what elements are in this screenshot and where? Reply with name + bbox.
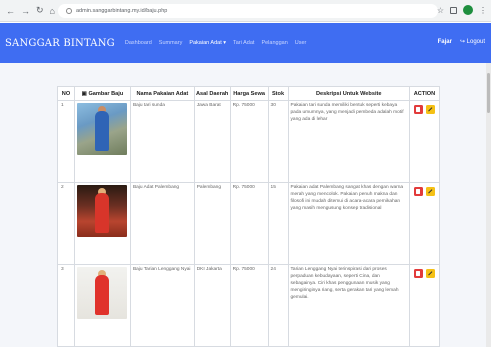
pencil-icon [428,107,433,112]
cell-action [408,264,441,347]
header-action: ACTION [408,86,441,101]
cell-stok: 30 [267,100,289,183]
cell-harga: Rp. 75000 [229,264,269,347]
nav-item-user[interactable]: User [295,40,307,46]
header-no: NO [57,86,75,101]
cell-nama: Baju tari sunda [129,100,195,183]
browser-nav: ← → ↻ ⌂ [0,5,55,16]
header-stok: Stok [267,86,289,101]
logout-icon: ↪ [459,39,465,45]
lock-icon [66,8,72,14]
edit-button[interactable] [425,105,435,114]
menu-dots-icon[interactable]: ⋮ [479,6,487,15]
scrollbar-thumb[interactable] [487,73,490,113]
extension-icon[interactable] [450,6,457,14]
costume-photo [77,185,128,237]
photo-figure [95,111,110,151]
cell-nama: Baju Adat Palembang [129,182,195,265]
header-gambar-label: Gambar Baju [88,90,124,97]
nav-item-tari-adat[interactable]: Tari Adat [233,40,254,46]
photo-figure [95,275,110,315]
cell-gambar [73,264,131,347]
cell-no: 1 [57,100,75,183]
header-deskripsi: Deskripsi Untuk Website [287,86,410,101]
header-gambar: ▣ Gambar Baju [73,86,131,101]
browser-actions: ☆ ⋮ [437,5,487,15]
image-icon: ▣ [81,90,87,97]
home-icon[interactable]: ⌂ [50,6,55,16]
delete-button[interactable] [413,105,423,114]
cell-deskripsi: Pakaian adat Palembang sangat khas denga… [287,182,410,265]
nav-item-pelanggan[interactable]: Pelanggan [261,40,287,46]
cell-harga: Rp. 75000 [229,182,269,265]
pakaian-adat-table: NO ▣ Gambar Baju Nama Pakaian Adat Asal … [57,86,441,347]
cell-deskripsi: Pakaian tari sunda memiliki bentuk seper… [287,100,410,183]
reload-icon[interactable]: ↻ [36,5,44,16]
cell-no: 3 [57,264,75,347]
cell-harga: Rp. 75000 [229,100,269,183]
edit-button[interactable] [425,269,435,278]
costume-photo [77,103,128,155]
cell-deskripsi: Tarian Lenggang Nyai terinspirasi dari p… [287,264,410,347]
cell-asal: DKI Jakarta [193,264,231,347]
nav-item-pakaian-adat[interactable]: Pakaian Adat ▾ [189,40,226,46]
trash-icon [416,271,421,276]
cell-gambar [73,182,131,265]
brand-title[interactable]: SANGGAR BINTANG [0,38,115,49]
pencil-icon [428,189,433,194]
table-row: 3 Baju Tarian Lenggang Nyai DKI Jakarta … [57,264,441,347]
address-bar[interactable]: admin.sanggarbintang.my.id/baju.php [58,4,438,18]
url-text: admin.sanggarbintang.my.id/baju.php [76,8,168,14]
edit-button[interactable] [425,187,435,196]
nav-user-area: Fajar ↪ Logout [438,38,485,46]
cell-stok: 15 [267,182,289,265]
table-row: 2 Baju Adat Palembang Palembang Rp. 7500… [57,182,441,265]
logout-link[interactable]: ↪ Logout [460,38,485,45]
cell-nama: Baju Tarian Lenggang Nyai [129,264,195,347]
delete-button[interactable] [413,187,423,196]
cell-action [408,100,441,183]
cell-asal: Palembang [193,182,231,265]
nav-menu: Dashboard Summary Pakaian Adat ▾ Tari Ad… [115,40,307,46]
delete-button[interactable] [413,269,423,278]
bookmark-icon[interactable]: ☆ [437,6,444,15]
user-name[interactable]: Fajar [438,39,452,45]
header-harga: Harga Sewa [229,86,269,101]
table-header-row: NO ▣ Gambar Baju Nama Pakaian Adat Asal … [57,86,441,101]
cell-asal: Jawa Barat [193,100,231,183]
logout-label: Logout [466,39,485,45]
header-asal: Asal Daerah [193,86,231,101]
app-navbar: SANGGAR BINTANG Dashboard Summary Pakaia… [0,23,491,63]
trash-icon [416,189,421,194]
table-row: 1 Baju tari sunda Jawa Barat Rp. 75000 3… [57,100,441,183]
page-scrollbar[interactable] [486,63,491,347]
trash-icon [416,107,421,112]
cell-no: 2 [57,182,75,265]
nav-item-summary[interactable]: Summary [159,40,183,46]
profile-avatar[interactable] [463,5,473,15]
cell-gambar [73,100,131,183]
cell-action [408,182,441,265]
pencil-icon [428,271,433,276]
costume-photo [77,267,128,319]
browser-toolbar: ← → ↻ ⌂ admin.sanggarbintang.my.id/baju.… [0,0,491,22]
nav-item-dashboard[interactable]: Dashboard [125,40,152,46]
forward-icon[interactable]: → [21,6,30,16]
header-nama: Nama Pakaian Adat [129,86,195,101]
back-icon[interactable]: ← [6,6,15,16]
photo-figure [95,193,110,233]
cell-stok: 24 [267,264,289,347]
